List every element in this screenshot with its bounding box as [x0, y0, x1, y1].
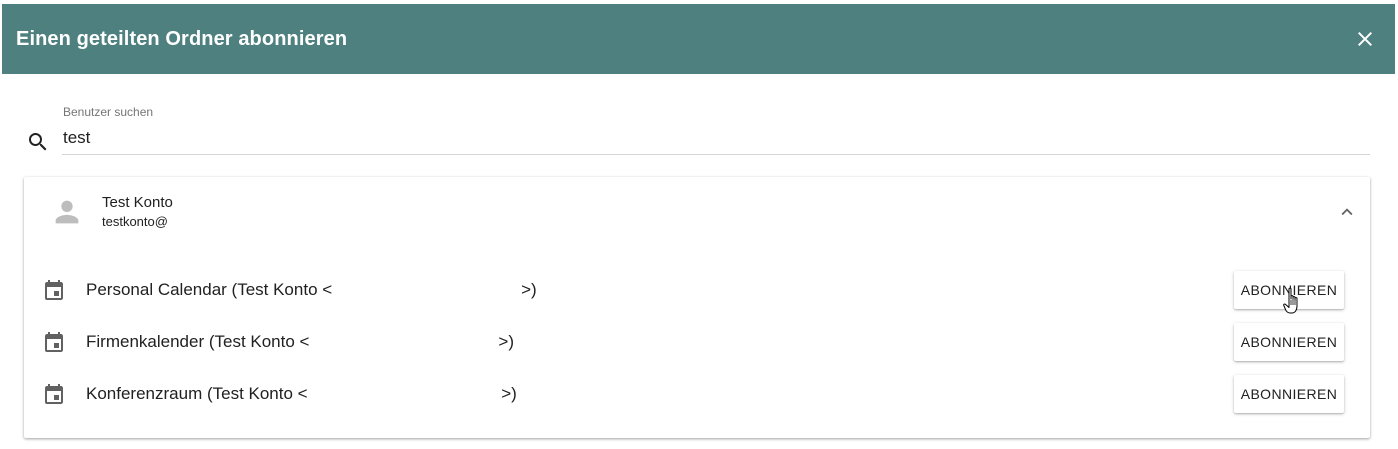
user-search-field: Benutzer suchen [26, 100, 1370, 155]
search-underline [62, 154, 1370, 155]
subscribe-button[interactable]: ABONNIEREN [1234, 375, 1344, 413]
person-icon [55, 200, 79, 224]
search-input[interactable] [62, 126, 1363, 150]
folder-row: Personal Calendar (Test Konto < >) ABONN… [24, 267, 1370, 315]
subscribe-button[interactable]: ABONNIEREN [1234, 323, 1344, 361]
user-email: testkonto@ [102, 214, 168, 229]
folder-label: Konferenzraum (Test Konto < >) [86, 384, 517, 403]
folder-label: Personal Calendar (Test Konto < >) [86, 280, 537, 299]
subscribe-button[interactable]: ABONNIEREN [1234, 271, 1344, 309]
user-result-card: Test Konto testkonto@ Personal Calendar … [24, 177, 1370, 438]
calendar-icon [45, 280, 63, 300]
search-label: Benutzer suchen [63, 105, 154, 119]
subscribe-shared-folder-dialog: Einen geteilten Ordner abonnieren Benutz… [0, 0, 1398, 449]
calendar-icon [45, 384, 63, 404]
close-icon[interactable] [1353, 27, 1377, 51]
dialog-header: Einen geteilten Ordner abonnieren [2, 4, 1395, 74]
folder-label: Firmenkalender (Test Konto < >) [86, 332, 514, 351]
chevron-up-icon[interactable] [1336, 201, 1358, 223]
calendar-icon [45, 332, 63, 352]
user-name: Test Konto [102, 194, 173, 211]
dialog-title: Einen geteilten Ordner abonnieren [16, 27, 348, 50]
folder-row: Konferenzraum (Test Konto < >) ABONNIERE… [24, 371, 1370, 419]
folder-row: Firmenkalender (Test Konto < >) ABONNIER… [24, 319, 1370, 367]
search-icon [29, 133, 47, 151]
user-row-header[interactable]: Test Konto testkonto@ [24, 177, 1370, 247]
